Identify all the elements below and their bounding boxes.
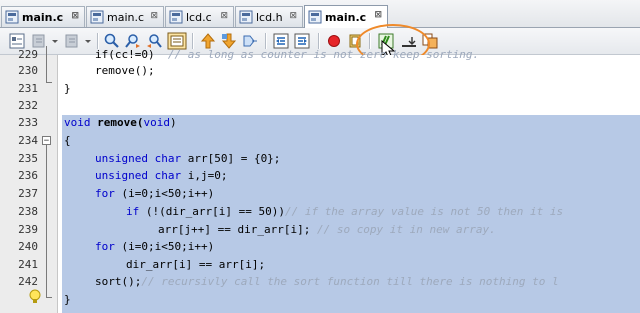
c-file-icon [308, 10, 322, 24]
code-line-237: for (i=0;i<50;i++) [95, 187, 215, 200]
c-file-icon [90, 10, 104, 24]
line-number: 231 [18, 82, 38, 95]
code-line-230: remove(); [95, 64, 155, 77]
close-icon[interactable]: ⊠ [289, 11, 297, 21]
code-line-231: } [64, 82, 71, 95]
forward-dropdown-icon[interactable] [83, 32, 93, 50]
h-file-icon [239, 10, 253, 24]
forward-icon[interactable] [63, 32, 81, 50]
code-line-238: if (!(dir_arr[i] == 50))// if the array … [126, 205, 564, 218]
line-number: 234 [18, 134, 38, 147]
tab-lcd-c[interactable]: lcd.c ⊠ [165, 6, 234, 27]
fold-end-marker [46, 297, 52, 298]
tab-label: main.c [325, 10, 367, 24]
line-number: 236 [18, 169, 38, 182]
line-number: 241 [18, 258, 38, 271]
code-line-236: unsigned char i,j=0; [95, 169, 228, 182]
close-icon[interactable]: ⊠ [71, 11, 79, 21]
tab-label: main.c [107, 10, 145, 24]
tab-main-c-2[interactable]: main.c ⊠ [86, 6, 164, 27]
code-line-234: { [64, 134, 71, 147]
code-line-235: unsigned char arr[50] = {0}; [95, 152, 281, 165]
tab-lcd-h[interactable]: lcd.h ⊠ [235, 6, 303, 27]
line-number: 240 [18, 240, 38, 253]
close-icon[interactable]: ⊠ [150, 11, 158, 21]
fold-guide [46, 145, 47, 297]
code-line-233: void remove(void) [64, 116, 177, 129]
tab-label: main.c [22, 10, 64, 24]
back-dropdown-icon[interactable] [50, 32, 60, 50]
close-icon[interactable]: ⊠ [220, 11, 228, 21]
tab-label: lcd.c [186, 10, 212, 24]
hint-bulb-icon[interactable] [29, 289, 41, 305]
close-icon[interactable]: ⊠ [374, 10, 382, 20]
line-number: 233 [18, 116, 38, 129]
line-number: 239 [18, 223, 38, 236]
code-line-240: for (i=0;i<50;i++) [95, 240, 215, 253]
fold-guide [46, 46, 47, 82]
tab-label: lcd.h [256, 10, 283, 24]
code-line-242: sort();// recursivly call the sort funct… [95, 275, 559, 288]
code-line-243: } [64, 293, 71, 306]
c-file-icon [5, 10, 19, 24]
line-number: 237 [18, 187, 38, 200]
tab-main-c-active[interactable]: main.c ⊠ [304, 5, 388, 28]
code-line-241: dir_arr[i] == arr[i]; [126, 258, 266, 271]
fold-end-marker [46, 82, 52, 83]
c-file-icon [169, 10, 183, 24]
line-number: 230 [18, 64, 38, 77]
code-line-239: arr[j++] == dir_arr[i]; // so copy it in… [158, 223, 496, 236]
line-number: 235 [18, 152, 38, 165]
line-number: 238 [18, 205, 38, 218]
fold-toggle[interactable]: − [42, 136, 51, 146]
tab-main-c-1[interactable]: main.c ⊠ [1, 6, 85, 27]
editor-tab-bar: main.c ⊠ main.c ⊠ lcd.c ⊠ lcd.h ⊠ main.c… [0, 0, 640, 28]
line-number: 232 [18, 99, 38, 112]
